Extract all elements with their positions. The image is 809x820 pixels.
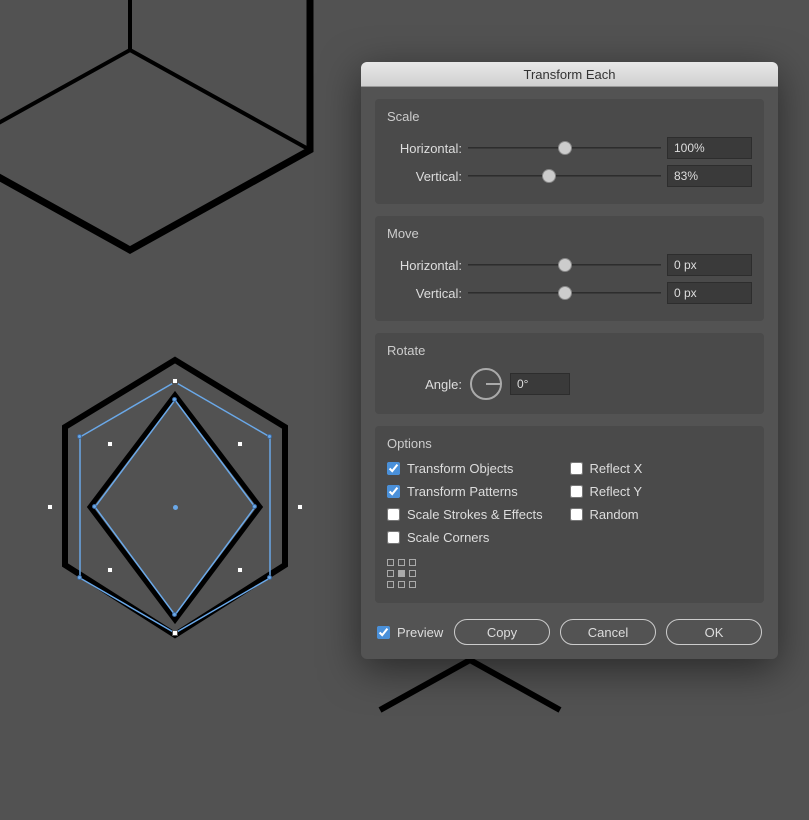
reflect-x-checkbox[interactable]: Reflect X	[570, 461, 753, 476]
rotate-section: Rotate Angle:	[375, 333, 764, 414]
scale-vertical-label: Vertical:	[387, 169, 462, 184]
move-section: Move Horizontal: Vertical:	[375, 216, 764, 321]
dialog-titlebar[interactable]: Transform Each	[361, 62, 778, 87]
options-section: Options Transform Objects Reflect X Tran…	[375, 426, 764, 603]
move-vertical-label: Vertical:	[387, 286, 462, 301]
move-horizontal-input[interactable]	[667, 254, 752, 276]
scale-vertical-input[interactable]	[667, 165, 752, 187]
move-vertical-slider[interactable]	[468, 283, 661, 303]
angle-input[interactable]	[510, 373, 570, 395]
scale-corners-label: Scale Corners	[407, 530, 489, 545]
scale-vertical-slider[interactable]	[468, 166, 661, 186]
preview-label: Preview	[397, 625, 443, 640]
transform-patterns-checkbox[interactable]: Transform Patterns	[387, 484, 570, 499]
scale-horizontal-slider[interactable]	[468, 138, 661, 158]
move-vertical-input[interactable]	[667, 282, 752, 304]
options-title: Options	[387, 436, 752, 451]
dialog-footer: Preview Copy Cancel OK	[375, 615, 764, 645]
reference-point-grid[interactable]	[387, 559, 417, 589]
move-title: Move	[387, 226, 752, 241]
angle-dial[interactable]	[470, 368, 502, 400]
scale-strokes-checkbox[interactable]: Scale Strokes & Effects	[387, 507, 570, 522]
reflect-y-label: Reflect Y	[590, 484, 643, 499]
dialog-title: Transform Each	[524, 67, 616, 82]
reflect-y-checkbox[interactable]: Reflect Y	[570, 484, 753, 499]
reflect-x-label: Reflect X	[590, 461, 643, 476]
scale-section: Scale Horizontal: Vertical:	[375, 99, 764, 204]
random-checkbox[interactable]: Random	[570, 507, 753, 522]
transform-each-dialog: Transform Each Scale Horizontal: Vertica…	[361, 62, 778, 659]
transform-patterns-label: Transform Patterns	[407, 484, 518, 499]
ok-button[interactable]: OK	[666, 619, 762, 645]
scale-strokes-label: Scale Strokes & Effects	[407, 507, 543, 522]
move-horizontal-label: Horizontal:	[387, 258, 462, 273]
transform-objects-checkbox[interactable]: Transform Objects	[387, 461, 570, 476]
cancel-button[interactable]: Cancel	[560, 619, 656, 645]
random-label: Random	[590, 507, 639, 522]
angle-label: Angle:	[387, 377, 462, 392]
transform-objects-label: Transform Objects	[407, 461, 513, 476]
move-horizontal-slider[interactable]	[468, 255, 661, 275]
scale-corners-checkbox[interactable]: Scale Corners	[387, 530, 570, 545]
selected-object[interactable]	[45, 355, 305, 650]
preview-checkbox[interactable]: Preview	[377, 625, 444, 640]
canvas-hexagon-shape	[0, 0, 420, 320]
scale-title: Scale	[387, 109, 752, 124]
copy-button[interactable]: Copy	[454, 619, 550, 645]
rotate-title: Rotate	[387, 343, 752, 358]
scale-horizontal-input[interactable]	[667, 137, 752, 159]
scale-horizontal-label: Horizontal:	[387, 141, 462, 156]
